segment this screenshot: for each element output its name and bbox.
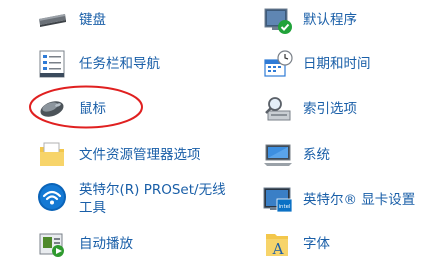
keyboard-icon	[36, 4, 68, 36]
default-programs-label: 默认程序	[303, 12, 357, 28]
control-panel-item-mouse[interactable]: 鼠标	[36, 93, 196, 125]
default-programs-icon	[262, 4, 294, 36]
fonts-label: 字体	[303, 236, 330, 252]
autoplay-icon	[36, 228, 68, 260]
system-label: 系统	[303, 147, 330, 163]
taskbar-icon	[36, 48, 68, 80]
control-panel-item-intel-graphics[interactable]: intel 英特尔® 显卡设置	[262, 184, 432, 216]
autoplay-label: 自动播放	[79, 236, 133, 252]
mouse-icon	[36, 93, 68, 125]
control-panel-item-keyboard[interactable]: 键盘	[36, 4, 196, 36]
svg-text:A: A	[272, 240, 284, 258]
control-panel-item-default-programs[interactable]: 默认程序	[262, 4, 422, 36]
mouse-label: 鼠标	[79, 101, 106, 117]
taskbar-label: 任务栏和导航	[79, 56, 160, 72]
fonts-icon: A	[262, 228, 294, 260]
file-explorer-options-label: 文件资源管理器选项	[79, 147, 201, 163]
date-time-icon	[262, 48, 294, 80]
intel-graphics-label: 英特尔® 显卡设置	[303, 192, 416, 208]
control-panel-item-fonts[interactable]: A 字体	[262, 228, 422, 260]
control-panel-item-intel-proset-wireless[interactable]: 英特尔(R) PROSet/无线工具	[36, 181, 236, 219]
wifi-icon	[36, 181, 68, 213]
control-panel-item-taskbar[interactable]: 任务栏和导航	[36, 48, 196, 80]
indexing-options-label: 索引选项	[303, 101, 357, 117]
svg-text:intel: intel	[278, 204, 291, 210]
control-panel-item-system[interactable]: 系统	[262, 139, 422, 171]
control-panel-item-autoplay[interactable]: 自动播放	[36, 228, 196, 260]
keyboard-label: 键盘	[79, 12, 106, 28]
intel-graphics-icon: intel	[262, 184, 294, 216]
indexing-options-icon	[262, 93, 294, 125]
control-panel-item-indexing-options[interactable]: 索引选项	[262, 93, 422, 125]
intel-proset-wireless-label: 英特尔(R) PROSet/无线工具	[79, 182, 226, 216]
control-panel-item-date-time[interactable]: 日期和时间	[262, 48, 422, 80]
folder-options-icon	[36, 139, 68, 171]
date-time-label: 日期和时间	[303, 56, 371, 72]
control-panel-item-file-explorer-options[interactable]: 文件资源管理器选项	[36, 139, 236, 171]
system-icon	[262, 139, 294, 171]
